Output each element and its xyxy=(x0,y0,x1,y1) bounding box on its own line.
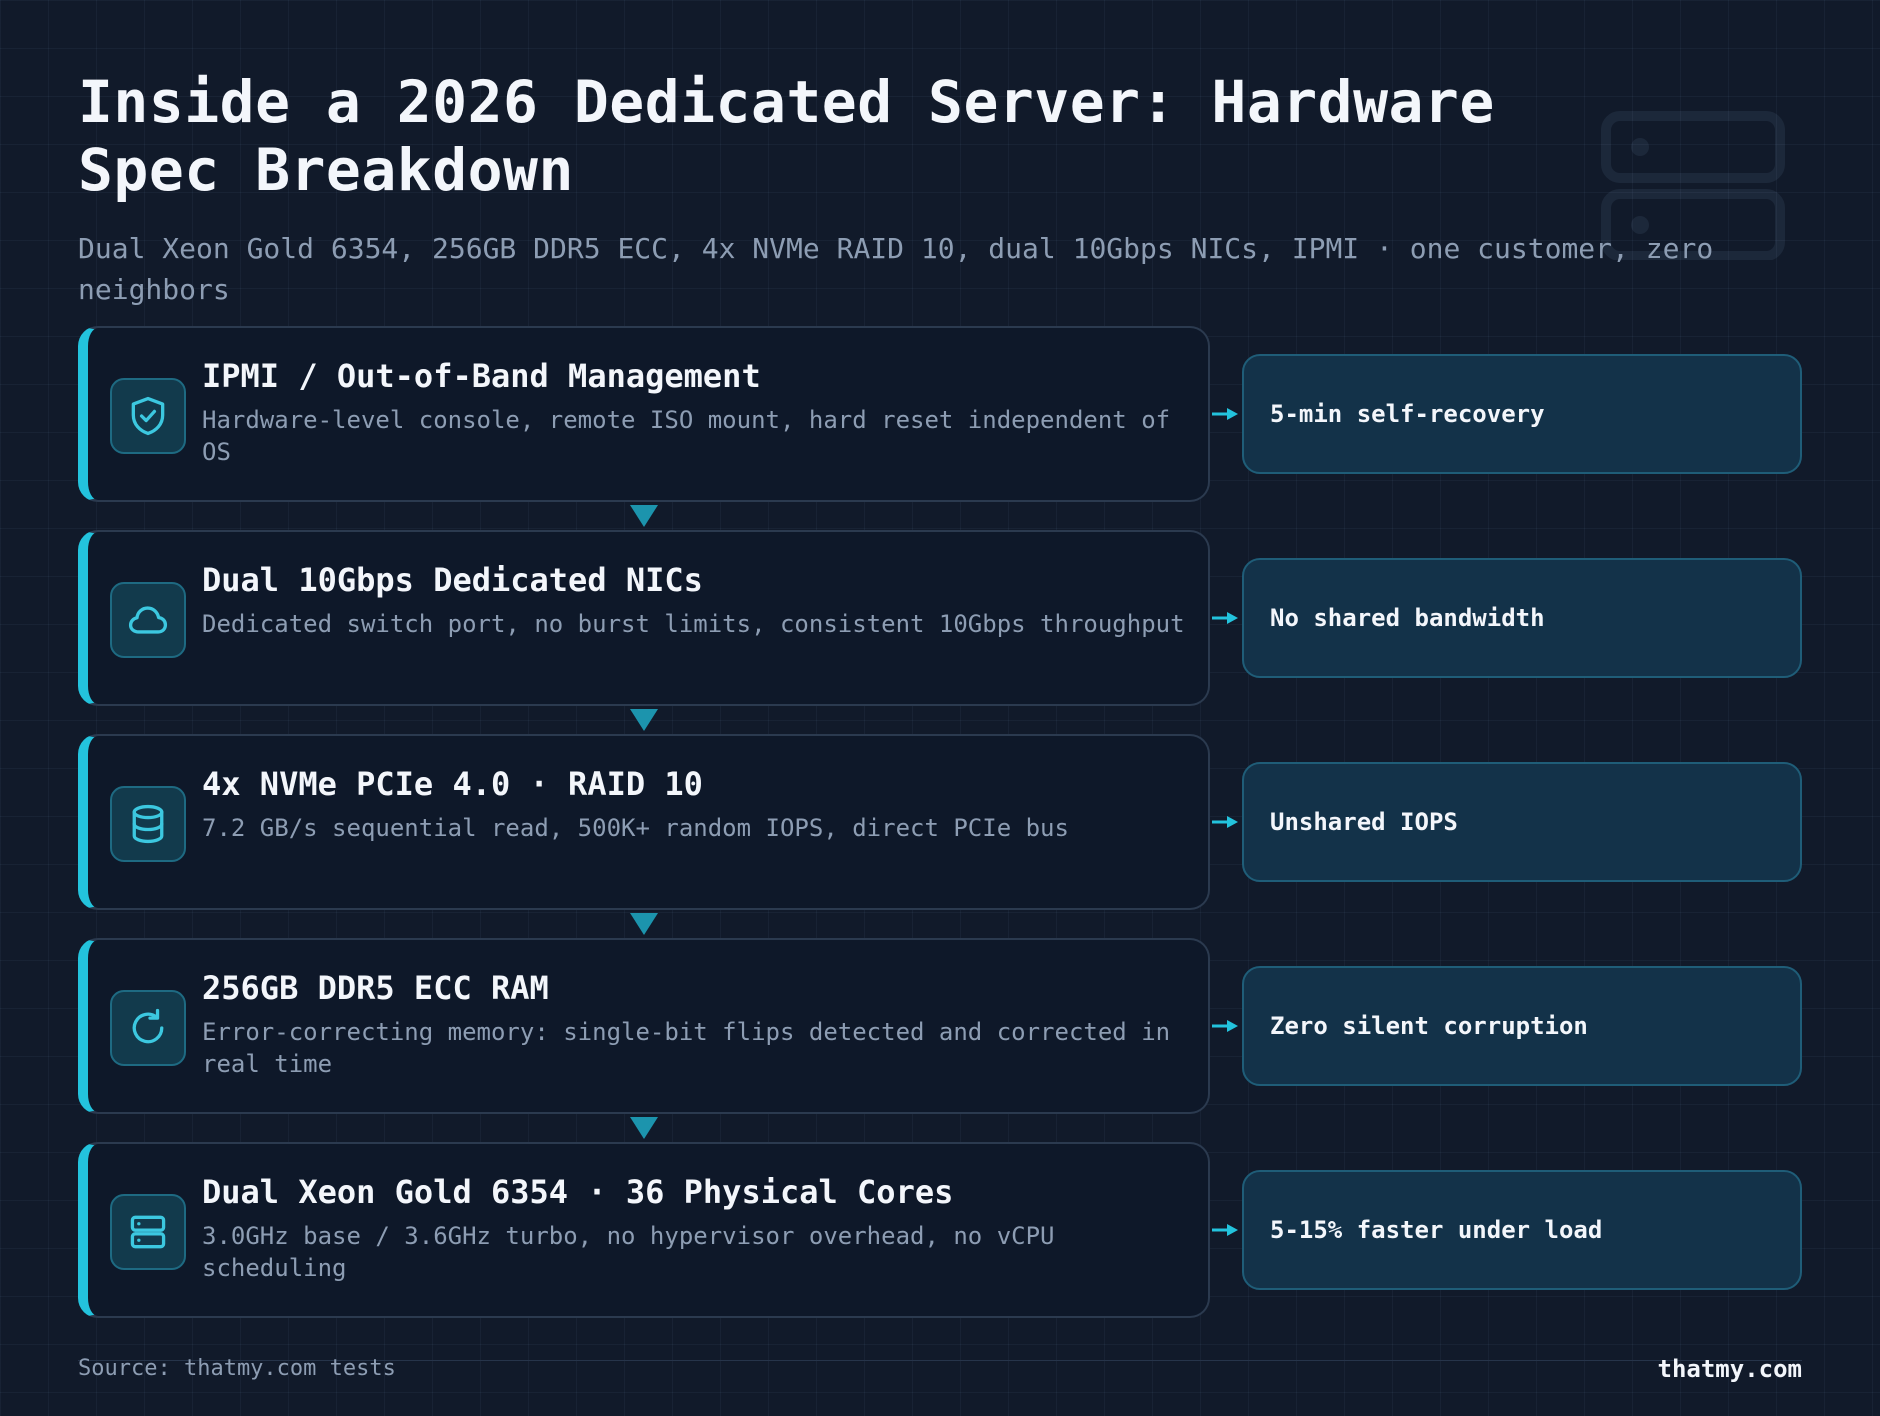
layer-title: IPMI / Out-of-Band Management xyxy=(202,357,761,395)
layer-icon-box xyxy=(110,1194,186,1270)
layer-title: Dual Xeon Gold 6354 · 36 Physical Cores xyxy=(202,1173,954,1211)
benefit-label: 5-min self-recovery xyxy=(1270,400,1545,428)
brand-mark: thatmy.com xyxy=(1657,1355,1803,1383)
connector-arrow-icon xyxy=(1212,1224,1238,1236)
cloud-icon xyxy=(128,606,168,634)
layer-description: Error-correcting memory: single-bit flip… xyxy=(202,1018,1171,1078)
connector-arrow-icon xyxy=(1212,408,1238,420)
layer-title: 256GB DDR5 ECC RAM xyxy=(202,969,549,1007)
connector-arrow-icon xyxy=(1212,816,1238,828)
layer-icon-box xyxy=(110,582,186,658)
layer-title: 4x NVMe PCIe 4.0 · RAID 10 xyxy=(202,765,703,803)
down-arrow-icon xyxy=(630,913,658,935)
benefit-label: Zero silent corruption xyxy=(1270,1012,1588,1040)
connector-arrow-icon xyxy=(1212,1020,1238,1032)
layer-card-nvme: 4x NVMe PCIe 4.0 · RAID 10 7.2 GB/s sequ… xyxy=(78,734,1210,910)
layer-card-ipmi: IPMI / Out-of-Band Management Hardware-l… xyxy=(78,326,1210,502)
down-arrow-icon xyxy=(630,505,658,527)
layer-description: 3.0GHz base / 3.6GHz turbo, no hyperviso… xyxy=(202,1222,1055,1282)
benefit-card-cpu: 5-15% faster under load xyxy=(1242,1170,1802,1290)
benefit-label: 5-15% faster under load xyxy=(1270,1216,1603,1244)
layer-description: Hardware-level console, remote ISO mount… xyxy=(202,406,1171,466)
benefit-label: No shared bandwidth xyxy=(1270,604,1545,632)
layer-icon-box xyxy=(110,786,186,862)
down-arrow-icon xyxy=(630,709,658,731)
database-icon xyxy=(132,804,164,844)
layer-icon-box xyxy=(110,990,186,1066)
layer-title: Dual 10Gbps Dedicated NICs xyxy=(202,561,703,599)
benefit-card-nvme: Unshared IOPS xyxy=(1242,762,1802,882)
layer-card-nics: Dual 10Gbps Dedicated NICs Dedicated swi… xyxy=(78,530,1210,706)
layer-description: Dedicated switch port, no burst limits, … xyxy=(202,610,1185,638)
page-subtitle: Dual Xeon Gold 6354, 256GB DDR5 ECC, 4x … xyxy=(78,232,1714,306)
connector-arrow-icon xyxy=(1212,612,1238,624)
layer-card-ram: 256GB DDR5 ECC RAM Error-correcting memo… xyxy=(78,938,1210,1114)
down-arrow-icon xyxy=(630,1117,658,1139)
layer-card-cpu: Dual Xeon Gold 6354 · 36 Physical Cores … xyxy=(78,1142,1210,1318)
benefit-card-ram: Zero silent corruption xyxy=(1242,966,1802,1086)
server-icon xyxy=(130,1215,166,1249)
benefit-card-nics: No shared bandwidth xyxy=(1242,558,1802,678)
page-title: Inside a 2026 Dedicated Server: Hardware… xyxy=(78,68,1495,204)
shield-check-icon xyxy=(131,396,165,436)
layer-description: 7.2 GB/s sequential read, 500K+ random I… xyxy=(202,814,1069,842)
source-note: Source: thatmy.com tests xyxy=(78,1356,396,1381)
refresh-icon xyxy=(132,1008,164,1044)
benefit-label: Unshared IOPS xyxy=(1270,808,1458,836)
benefit-card-ipmi: 5-min self-recovery xyxy=(1242,354,1802,474)
layer-icon-box xyxy=(110,378,186,454)
